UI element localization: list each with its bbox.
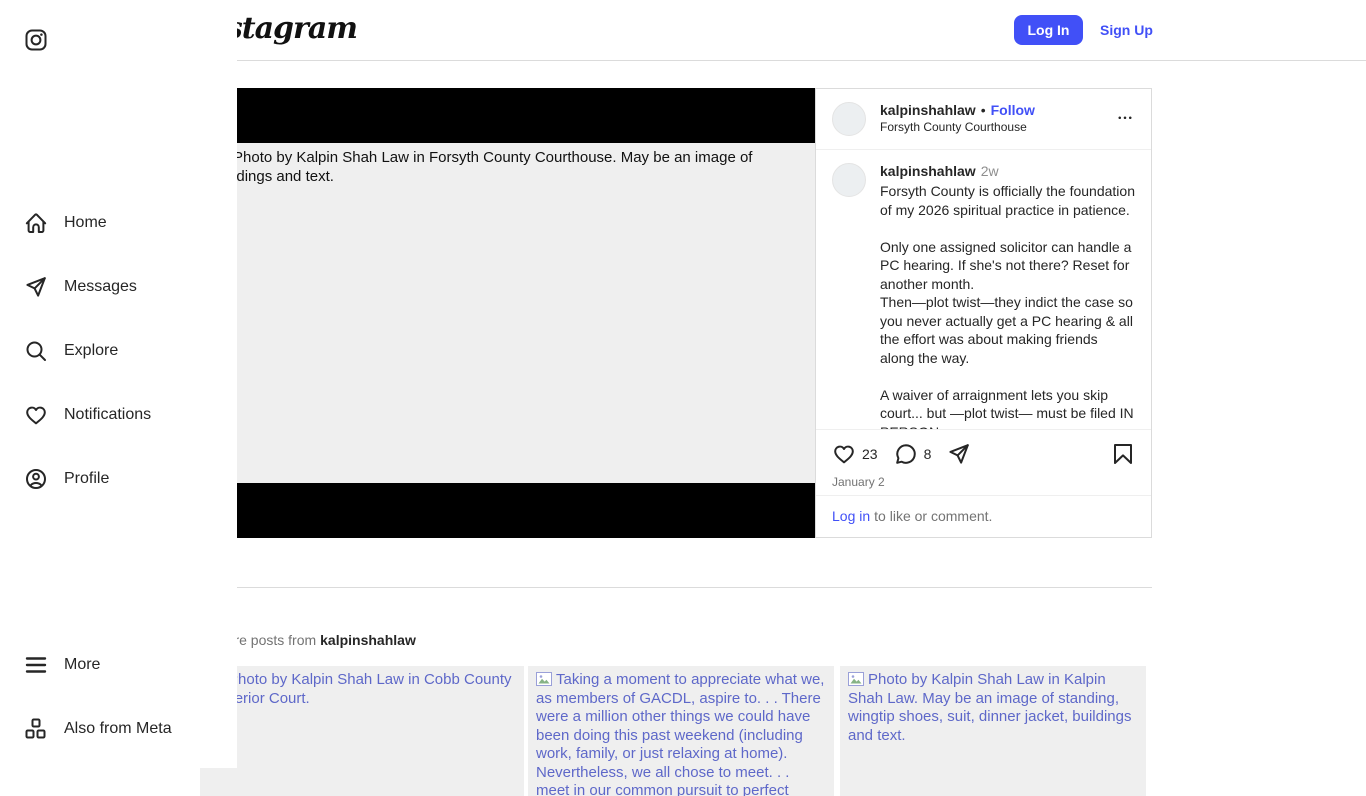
profile-icon xyxy=(24,467,48,491)
sidebar-item-label: Profile xyxy=(64,470,109,488)
caption-content: kalpinshahlaw 2w Forsyth County is offici… xyxy=(880,163,1135,429)
login-prompt: Log in to like or comment. xyxy=(816,495,1151,536)
post-header: kalpinshahlaw • Follow Forsyth County Cour… xyxy=(816,89,1151,150)
thumbnail-3-alt-label: Photo by Kalpin Shah Law in Kalpin Shah … xyxy=(848,671,1132,744)
broken-image-icon xyxy=(536,672,552,686)
comment-icon[interactable] xyxy=(894,442,918,466)
share-icon[interactable] xyxy=(947,442,971,466)
caption-avatar[interactable] xyxy=(832,163,866,197)
thumbnail-post-3[interactable]: Photo by Kalpin Shah Law in Kalpin Shah … xyxy=(840,666,1146,796)
sidebar-item-explore[interactable]: Explore xyxy=(0,327,237,375)
caption-section: kalpinshahlaw 2w Forsyth County is offici… xyxy=(816,150,1151,429)
caption-username-link[interactable]: kalpinshahlaw xyxy=(880,163,976,179)
username-link[interactable]: kalpinshahlaw xyxy=(880,102,976,118)
sidebar-item-also-from-meta[interactable]: Also from Meta xyxy=(0,705,237,753)
post-image-alt-label: Photo by Kalpin Shah Law in Forsyth Coun… xyxy=(213,149,752,185)
follow-button[interactable]: Follow xyxy=(991,102,1035,118)
sidebar-item-label: Also from Meta xyxy=(64,720,172,738)
left-sidebar: Home Messages Explore Notifications Prof… xyxy=(0,0,237,768)
thumbnail-post-2[interactable]: Taking a moment to appreciate what we, a… xyxy=(528,666,834,796)
post-image-alt-text: Photo by Kalpin Shah Law in Forsyth Coun… xyxy=(213,148,809,186)
thumbnail-post-1[interactable]: Photo by Kalpin Shah Law in Cobb County … xyxy=(200,666,524,796)
sidebar-item-home[interactable]: Home xyxy=(0,199,237,247)
sidebar-item-label: Notifications xyxy=(64,406,151,424)
comment-count: 8 xyxy=(924,446,932,462)
sidebar-item-label: Messages xyxy=(64,278,137,296)
thumbnail-2-alt-text: Taking a moment to appreciate what we, a… xyxy=(536,671,826,796)
sidebar-item-notifications[interactable]: Notifications xyxy=(0,391,237,439)
like-heart-icon[interactable] xyxy=(832,442,856,466)
caption-timestamp: 2w xyxy=(981,163,999,179)
sidebar-item-label: Explore xyxy=(64,342,118,360)
notifications-heart-icon xyxy=(24,403,48,427)
dot-separator: • xyxy=(981,102,986,118)
thumbnail-2-alt-label: Taking a moment to appreciate what we, a… xyxy=(536,671,824,796)
thumbnail-1-alt-text: Photo by Kalpin Shah Law in Cobb County … xyxy=(208,671,516,708)
more-posts-username: kalpinshahlaw xyxy=(320,632,416,648)
section-divider xyxy=(205,587,1152,588)
signup-link[interactable]: Sign Up xyxy=(1100,22,1153,38)
explore-search-icon xyxy=(24,339,48,363)
sidebar-item-label: More xyxy=(64,656,100,674)
login-button[interactable]: Log In xyxy=(1014,15,1083,45)
instagram-glyph-icon[interactable] xyxy=(24,28,48,52)
more-posts-heading: More posts fromkalpinshahlaw xyxy=(215,632,416,648)
save-bookmark-icon[interactable] xyxy=(1111,442,1135,466)
more-options-icon[interactable] xyxy=(1113,111,1137,129)
hamburger-menu-icon xyxy=(24,653,48,677)
post-header-meta: kalpinshahlaw • Follow Forsyth County Cour… xyxy=(880,102,1035,136)
location-link[interactable]: Forsyth County Courthouse xyxy=(880,119,1035,136)
post-detail-panel: kalpinshahlaw • Follow Forsyth County Cour… xyxy=(815,88,1152,538)
meta-apps-icon xyxy=(24,717,48,741)
messages-icon xyxy=(24,275,48,299)
broken-image-icon xyxy=(848,672,864,686)
thumbnail-3-alt-text: Photo by Kalpin Shah Law in Kalpin Shah … xyxy=(848,671,1138,745)
caption-text: Forsyth County is officially the foundat… xyxy=(880,182,1135,429)
actions-section: 23 8 January 2 xyxy=(816,429,1151,495)
post-media: Photo by Kalpin Shah Law in Forsyth Coun… xyxy=(205,88,815,538)
avatar[interactable] xyxy=(832,102,866,136)
login-prompt-text: to like or comment. xyxy=(874,508,992,524)
sidebar-item-more[interactable]: More xyxy=(0,641,237,689)
login-link[interactable]: Log in xyxy=(832,508,870,524)
sidebar-item-messages[interactable]: Messages xyxy=(0,263,237,311)
sidebar-item-profile[interactable]: Profile xyxy=(0,455,237,503)
sidebar-item-label: Home xyxy=(64,214,107,232)
thumbnail-1-alt-label: Photo by Kalpin Shah Law in Cobb County … xyxy=(208,671,512,707)
post-image-placeholder: Photo by Kalpin Shah Law in Forsyth Coun… xyxy=(205,143,815,483)
home-icon xyxy=(24,211,48,235)
post-date: January 2 xyxy=(832,475,1135,489)
action-icons-row: 23 8 xyxy=(832,438,1135,470)
like-count: 23 xyxy=(862,446,878,462)
